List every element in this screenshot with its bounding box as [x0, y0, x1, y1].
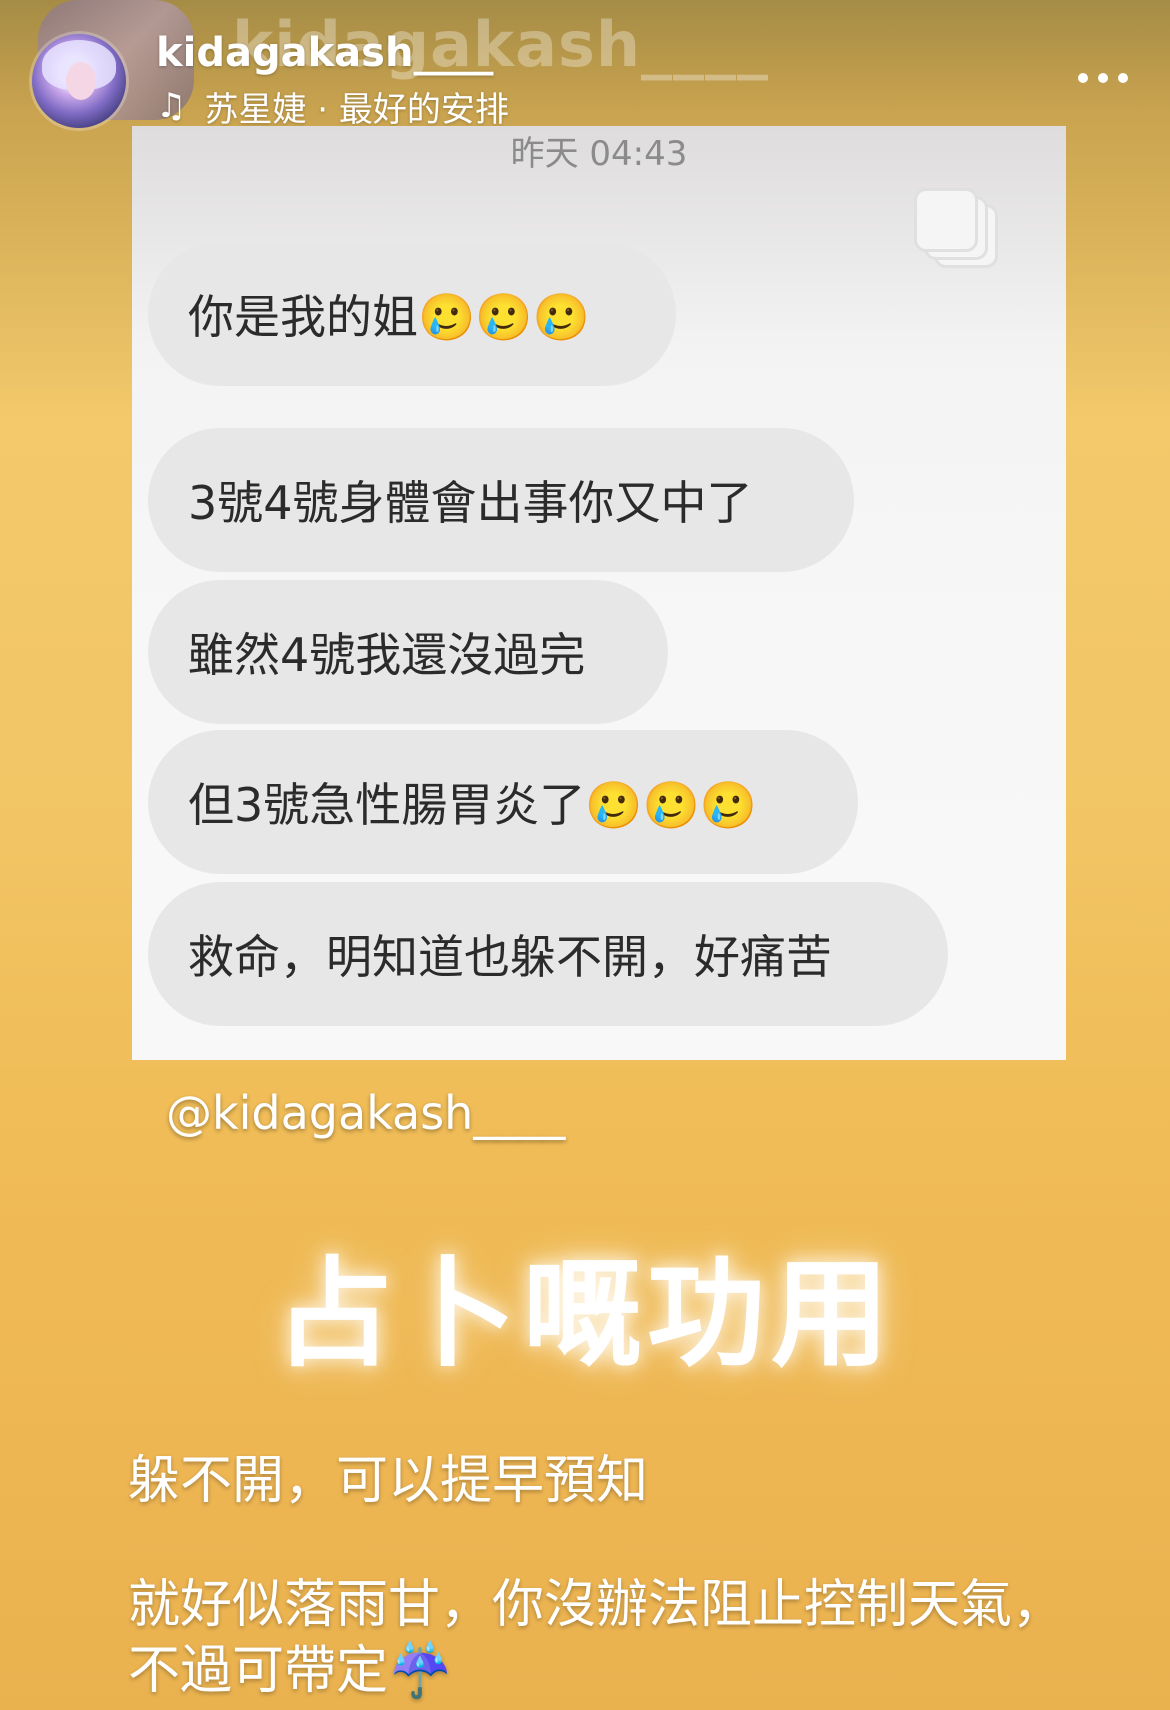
copy-icon-front [914, 188, 978, 252]
profile-avatar[interactable] [32, 34, 126, 128]
chat-timestamp: 昨天 04:43 [510, 134, 688, 174]
music-info[interactable]: ♫ 苏星婕 · 最好的安排 [156, 84, 509, 130]
chat-screenshot: 昨天 04:43 你是我的姐🥲🥲🥲 3號4號身體會出事你又中了 雖然4號我還沒過… [132, 126, 1066, 1060]
avatar-face [66, 62, 96, 100]
mention-tag[interactable]: @kidagakash____ [166, 1086, 565, 1140]
story-text-line-2: 就好似落雨甘，你沒辦法阻止控制天氣， [128, 1575, 1065, 1635]
chat-bubble-2: 3號4號身體會出事你又中了 [148, 428, 854, 572]
dot-icon [1098, 73, 1108, 83]
story-text-line-1: 躲不開，可以提早預知 [128, 1451, 649, 1511]
story-text-line-3: 不過可帶定☔️ [128, 1641, 453, 1701]
music-note-icon: ♫ [156, 86, 187, 126]
chat-bubble-3: 雖然4號我還沒過完 [148, 580, 668, 724]
chat-bubble-1: 你是我的姐🥲🥲🥲 [148, 242, 676, 386]
story-heading: 占卜嘅功用 [274, 1245, 895, 1383]
dot-icon [1118, 73, 1128, 83]
more-options-button[interactable] [1078, 58, 1128, 98]
username[interactable]: kidagakash____ [156, 30, 493, 76]
copy-icon [914, 188, 998, 272]
chat-bubble-4: 但3號急性腸胃炎了🥲🥲🥲 [148, 730, 858, 874]
music-title: 苏星婕 · 最好的安排 [204, 89, 509, 130]
chat-bubble-5: 救命，明知道也躲不開，好痛苦 [148, 882, 948, 1026]
dot-icon [1078, 73, 1088, 83]
